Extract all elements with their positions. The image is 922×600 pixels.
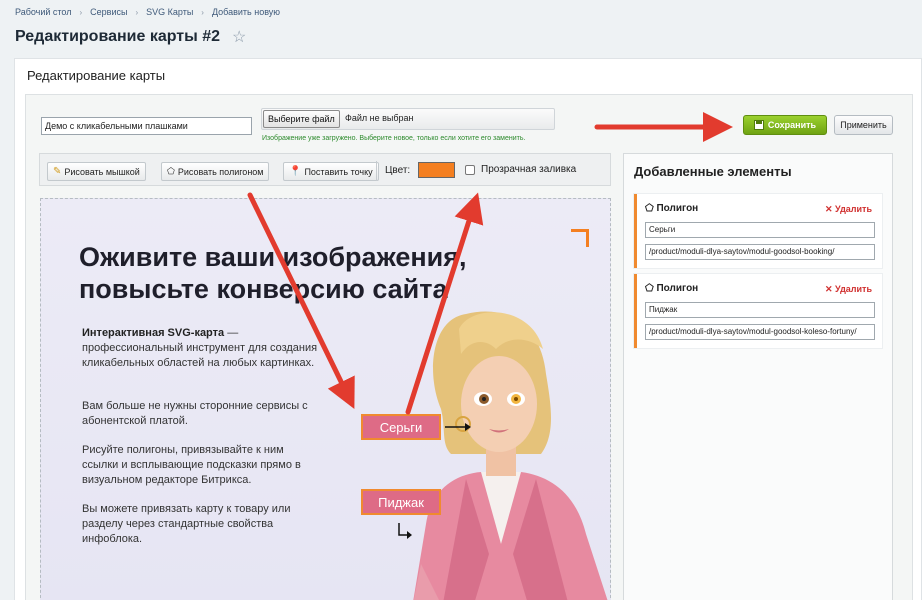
editor-area: Выберите файл Файл не выбран Изображение… (25, 94, 913, 600)
floppy-icon (753, 120, 764, 130)
draw-mouse-label: Рисовать мышкой (64, 166, 140, 177)
arrow-corner-icon (398, 523, 412, 539)
delete-button[interactable]: ✕ Удалить (825, 284, 872, 295)
apply-button[interactable]: Применить (834, 115, 893, 135)
element-card: ⬠ Полигон ✕ Удалить Пиджак /product/modu… (634, 274, 882, 348)
map-name-input[interactable] (41, 117, 252, 135)
draw-polygon-label: Рисовать полигоном (177, 166, 264, 177)
place-point-label: Поставить точку (304, 166, 373, 177)
map-canvas[interactable]: Оживите ваши изображения, повысьте конве… (40, 198, 611, 600)
close-icon: ✕ (824, 204, 833, 214)
corner-decoration (571, 229, 589, 247)
element-link-field[interactable]: /product/moduli-dlya-saytov/modul-goodso… (645, 324, 875, 340)
place-point-button[interactable]: 📍 Поставить точку (283, 162, 379, 181)
paragraph: Вы можете привязать карту к товару или р… (82, 503, 291, 545)
save-button[interactable]: Сохранить (743, 115, 827, 135)
close-icon: ✕ (824, 284, 833, 294)
file-hint: Изображение уже загружено. Выберите ново… (262, 135, 526, 142)
breadcrumb: Рабочий стол › Сервисы › SVG Карты › Доб… (15, 7, 280, 17)
chevron-right-icon: › (79, 7, 83, 17)
draw-mouse-button[interactable]: ✎ Рисовать мышкой (47, 162, 146, 181)
page-title: Редактирование карты #2 ☆ (15, 27, 246, 47)
transparent-fill-label[interactable]: Прозрачная заливка (481, 164, 576, 175)
arrow-right-icon (445, 423, 471, 431)
choose-file-button[interactable]: Выберите файл (263, 110, 340, 128)
toolbar-divider (376, 161, 377, 181)
added-elements-panel: Добавленные элементы ⬠ Полигон ✕ Удалить… (623, 153, 893, 600)
edit-panel: Редактирование карты Выберите файл Файл … (14, 58, 922, 600)
woman-illustration (413, 311, 608, 600)
transparent-fill-checkbox[interactable] (465, 165, 475, 175)
polygon-icon: ⬠ (645, 283, 654, 294)
delete-button[interactable]: ✕ Удалить (825, 204, 872, 215)
paragraph: Интерактивная SVG-карта — профессиональн… (82, 326, 322, 371)
earrings-tag[interactable]: Серьги (361, 414, 441, 440)
delete-label: Удалить (835, 284, 872, 294)
element-name-field[interactable]: Пиджак (645, 302, 875, 318)
element-link-field[interactable]: /product/moduli-dlya-saytov/modul-goodso… (645, 244, 875, 260)
card-title: ⬠ Полигон (645, 283, 698, 294)
color-picker[interactable] (418, 162, 455, 178)
chevron-right-icon: › (135, 7, 139, 17)
pin-icon: 📍 (289, 166, 302, 177)
file-status: Файл не выбран (345, 113, 414, 123)
color-label: Цвет: (385, 165, 411, 176)
breadcrumb-item[interactable]: Рабочий стол (15, 7, 72, 17)
delete-label: Удалить (835, 204, 872, 214)
paragraph-bold: Интерактивная SVG-карта (82, 327, 225, 339)
draw-polygon-button[interactable]: ⬠ Рисовать полигоном (161, 162, 270, 181)
save-label: Сохранить (767, 120, 817, 130)
card-type: Полигон (656, 203, 699, 214)
polygon-icon: ⬠ (645, 203, 654, 214)
element-card: ⬠ Полигон ✕ Удалить Серьги /product/modu… (634, 194, 882, 268)
breadcrumb-item[interactable]: SVG Карты (146, 7, 193, 17)
file-picker[interactable]: Выберите файл Файл не выбран (261, 108, 555, 130)
chevron-right-icon: › (201, 7, 204, 17)
pencil-icon: ✎ (53, 166, 62, 177)
card-title: ⬠ Полигон (645, 203, 698, 214)
breadcrumb-item[interactable]: Добавить новую (212, 7, 280, 17)
polygon-icon: ⬠ (167, 166, 175, 176)
breadcrumb-item[interactable]: Сервисы (90, 7, 127, 17)
paragraph: Рисуйте полигоны, привязывайте к ним ссы… (82, 444, 301, 486)
star-icon[interactable]: ☆ (232, 27, 246, 47)
element-name-field[interactable]: Серьги (645, 222, 875, 238)
hero-line: Оживите ваши изображения, (79, 242, 467, 272)
page-title-text: Редактирование карты #2 (15, 28, 221, 45)
paragraph: Вам больше не нужны сторонние сервисы с … (82, 400, 308, 427)
jacket-tag[interactable]: Пиджак (361, 489, 441, 515)
panel-title: Редактирование карты (27, 68, 166, 83)
card-type: Полигон (656, 283, 699, 294)
sidebar-title: Добавленные элементы (634, 164, 792, 179)
draw-toolbar: ✎ Рисовать мышкой ⬠ Рисовать полигоном 📍… (39, 153, 611, 186)
